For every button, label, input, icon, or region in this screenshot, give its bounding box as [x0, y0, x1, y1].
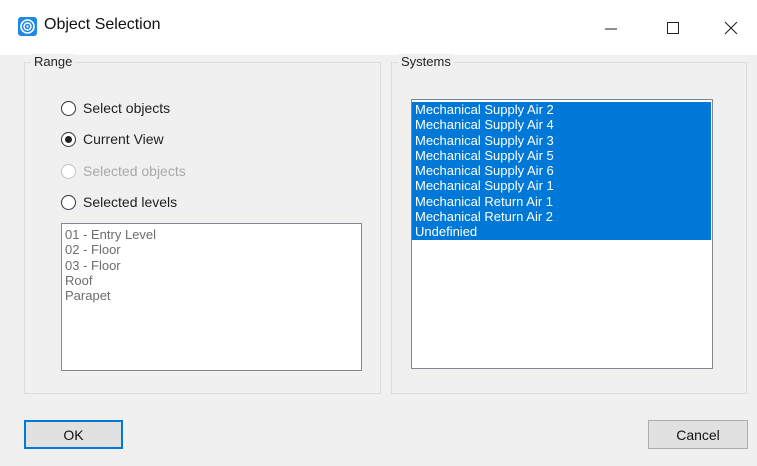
system-item[interactable]: Undefinied: [412, 224, 711, 240]
level-item[interactable]: 02 - Floor: [62, 242, 361, 257]
radio-button[interactable]: [61, 100, 76, 116]
range-group-label: Range: [31, 54, 76, 69]
system-item[interactable]: Mechanical Return Air 2: [412, 209, 711, 225]
systems-group-label: Systems: [398, 54, 454, 69]
level-item[interactable]: Parapet: [62, 288, 361, 303]
radio-label: Selected objects: [83, 163, 186, 179]
system-item[interactable]: Mechanical Supply Air 5: [412, 147, 711, 164]
radio-button-checked[interactable]: [61, 131, 76, 147]
radio-current-view[interactable]: Current View: [61, 131, 164, 147]
level-item[interactable]: 01 - Entry Level: [62, 227, 361, 242]
minimize-icon: [605, 28, 617, 29]
systems-group: Systems Mechanical Supply Air 2 Mechanic…: [391, 54, 747, 394]
radio-button[interactable]: [61, 194, 76, 210]
system-item[interactable]: Mechanical Supply Air 1: [412, 178, 711, 194]
radio-selected-objects: Selected objects: [61, 163, 186, 179]
radio-select-objects[interactable]: Select objects: [61, 100, 170, 116]
minimize-button[interactable]: [580, 0, 642, 55]
window-title: Object Selection: [44, 16, 161, 33]
maximize-icon: [667, 21, 679, 34]
range-group: Range Select objects Current View Select…: [24, 54, 381, 394]
close-button[interactable]: [704, 0, 757, 55]
radio-selected-levels[interactable]: Selected levels: [61, 194, 177, 210]
ok-button[interactable]: OK: [24, 420, 123, 449]
radio-label: Current View: [83, 131, 164, 147]
system-item[interactable]: Mechanical Supply Air 3: [412, 132, 711, 148]
system-item[interactable]: Mechanical Supply Air 4: [412, 117, 711, 133]
radio-label: Selected levels: [83, 194, 178, 210]
maximize-button[interactable]: [642, 0, 704, 55]
radio-label: Select objects: [83, 100, 171, 116]
circle-logo-icon: [18, 17, 37, 36]
levels-listbox[interactable]: 01 - Entry Level 02 - Floor 03 - Floor R…: [61, 223, 362, 371]
system-item[interactable]: Mechanical Return Air 1: [412, 193, 711, 210]
level-item[interactable]: Roof: [62, 273, 361, 288]
systems-listbox[interactable]: Mechanical Supply Air 2 Mechanical Suppl…: [411, 99, 713, 369]
system-item[interactable]: Mechanical Supply Air 2: [412, 102, 711, 118]
radio-button-disabled: [61, 163, 76, 179]
system-item[interactable]: Mechanical Supply Air 6: [412, 163, 711, 179]
level-item[interactable]: 03 - Floor: [62, 258, 361, 273]
title-bar: Object Selection: [0, 0, 757, 55]
cancel-button[interactable]: Cancel: [648, 420, 748, 449]
close-icon: [724, 21, 737, 34]
